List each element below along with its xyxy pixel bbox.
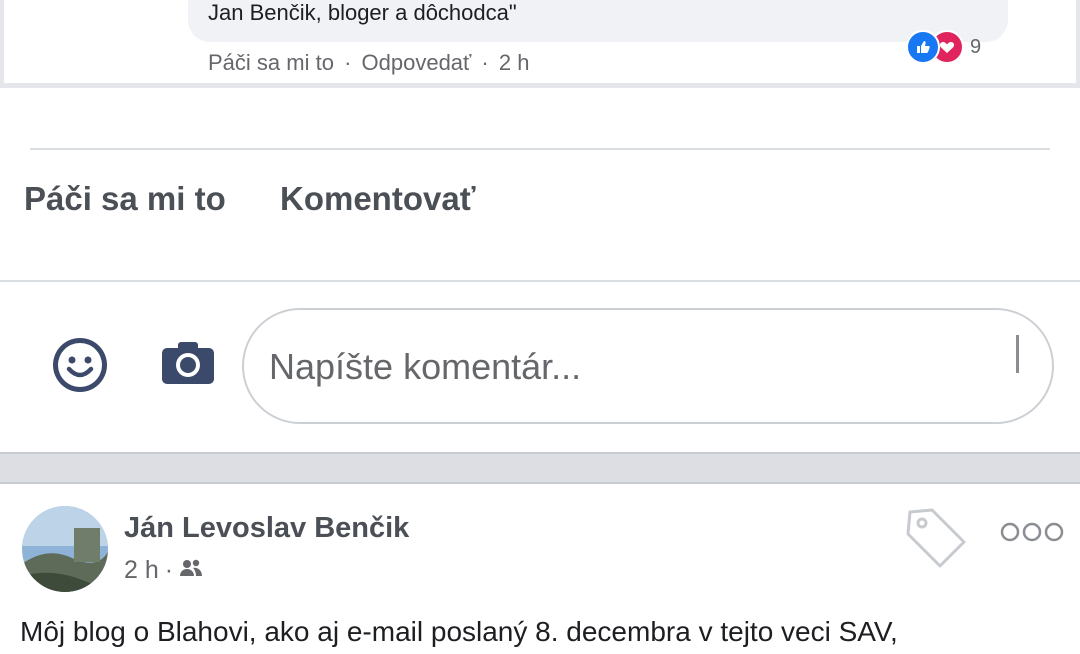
comment-input[interactable]: Napíšte komentár... [242,308,1054,424]
post-author-name[interactable]: Ján Levoslav Benčik [124,512,409,545]
card-border-left [0,0,4,86]
avatar[interactable] [22,506,108,592]
meta-separator: · [164,556,174,584]
friends-icon [179,556,203,585]
comment-frame-bottom [0,83,1080,88]
comment-meta: Páči sa mi to · Odpovedať · 2 h [208,50,533,76]
meta-separator: · [481,50,489,75]
comment-time: 2 h [498,50,530,75]
meta-separator: · [344,50,352,75]
emoji-icon[interactable] [50,335,110,395]
like-icon [906,30,940,64]
text-cursor [1016,335,1019,373]
post-comment-button[interactable]: Komentovať [280,180,476,218]
camera-icon[interactable] [160,340,216,386]
divider [0,280,1080,282]
post-body-text: Môj blog o Blahovi, ako aj e-mail poslan… [20,616,898,647]
post-time[interactable]: 2 h [124,556,159,585]
tag-icon[interactable] [904,504,968,568]
reactions-summary[interactable]: 9 [906,30,981,64]
post-meta: 2 h · [124,556,203,585]
more-options-icon[interactable] [998,518,1066,546]
comments-card: Jan Benčik, bloger a dôchodca" Páči sa m… [0,0,1080,454]
reaction-count: 9 [970,35,982,58]
card-border-right [1076,0,1080,86]
comment-text: Jan Benčik, bloger a dôchodca" [208,0,517,25]
comment-reply-link[interactable]: Odpovedať [362,50,472,75]
comment-like-link[interactable]: Páči sa mi to [208,50,334,75]
post-like-button[interactable]: Páči sa mi to [24,180,226,218]
divider [30,148,1050,150]
